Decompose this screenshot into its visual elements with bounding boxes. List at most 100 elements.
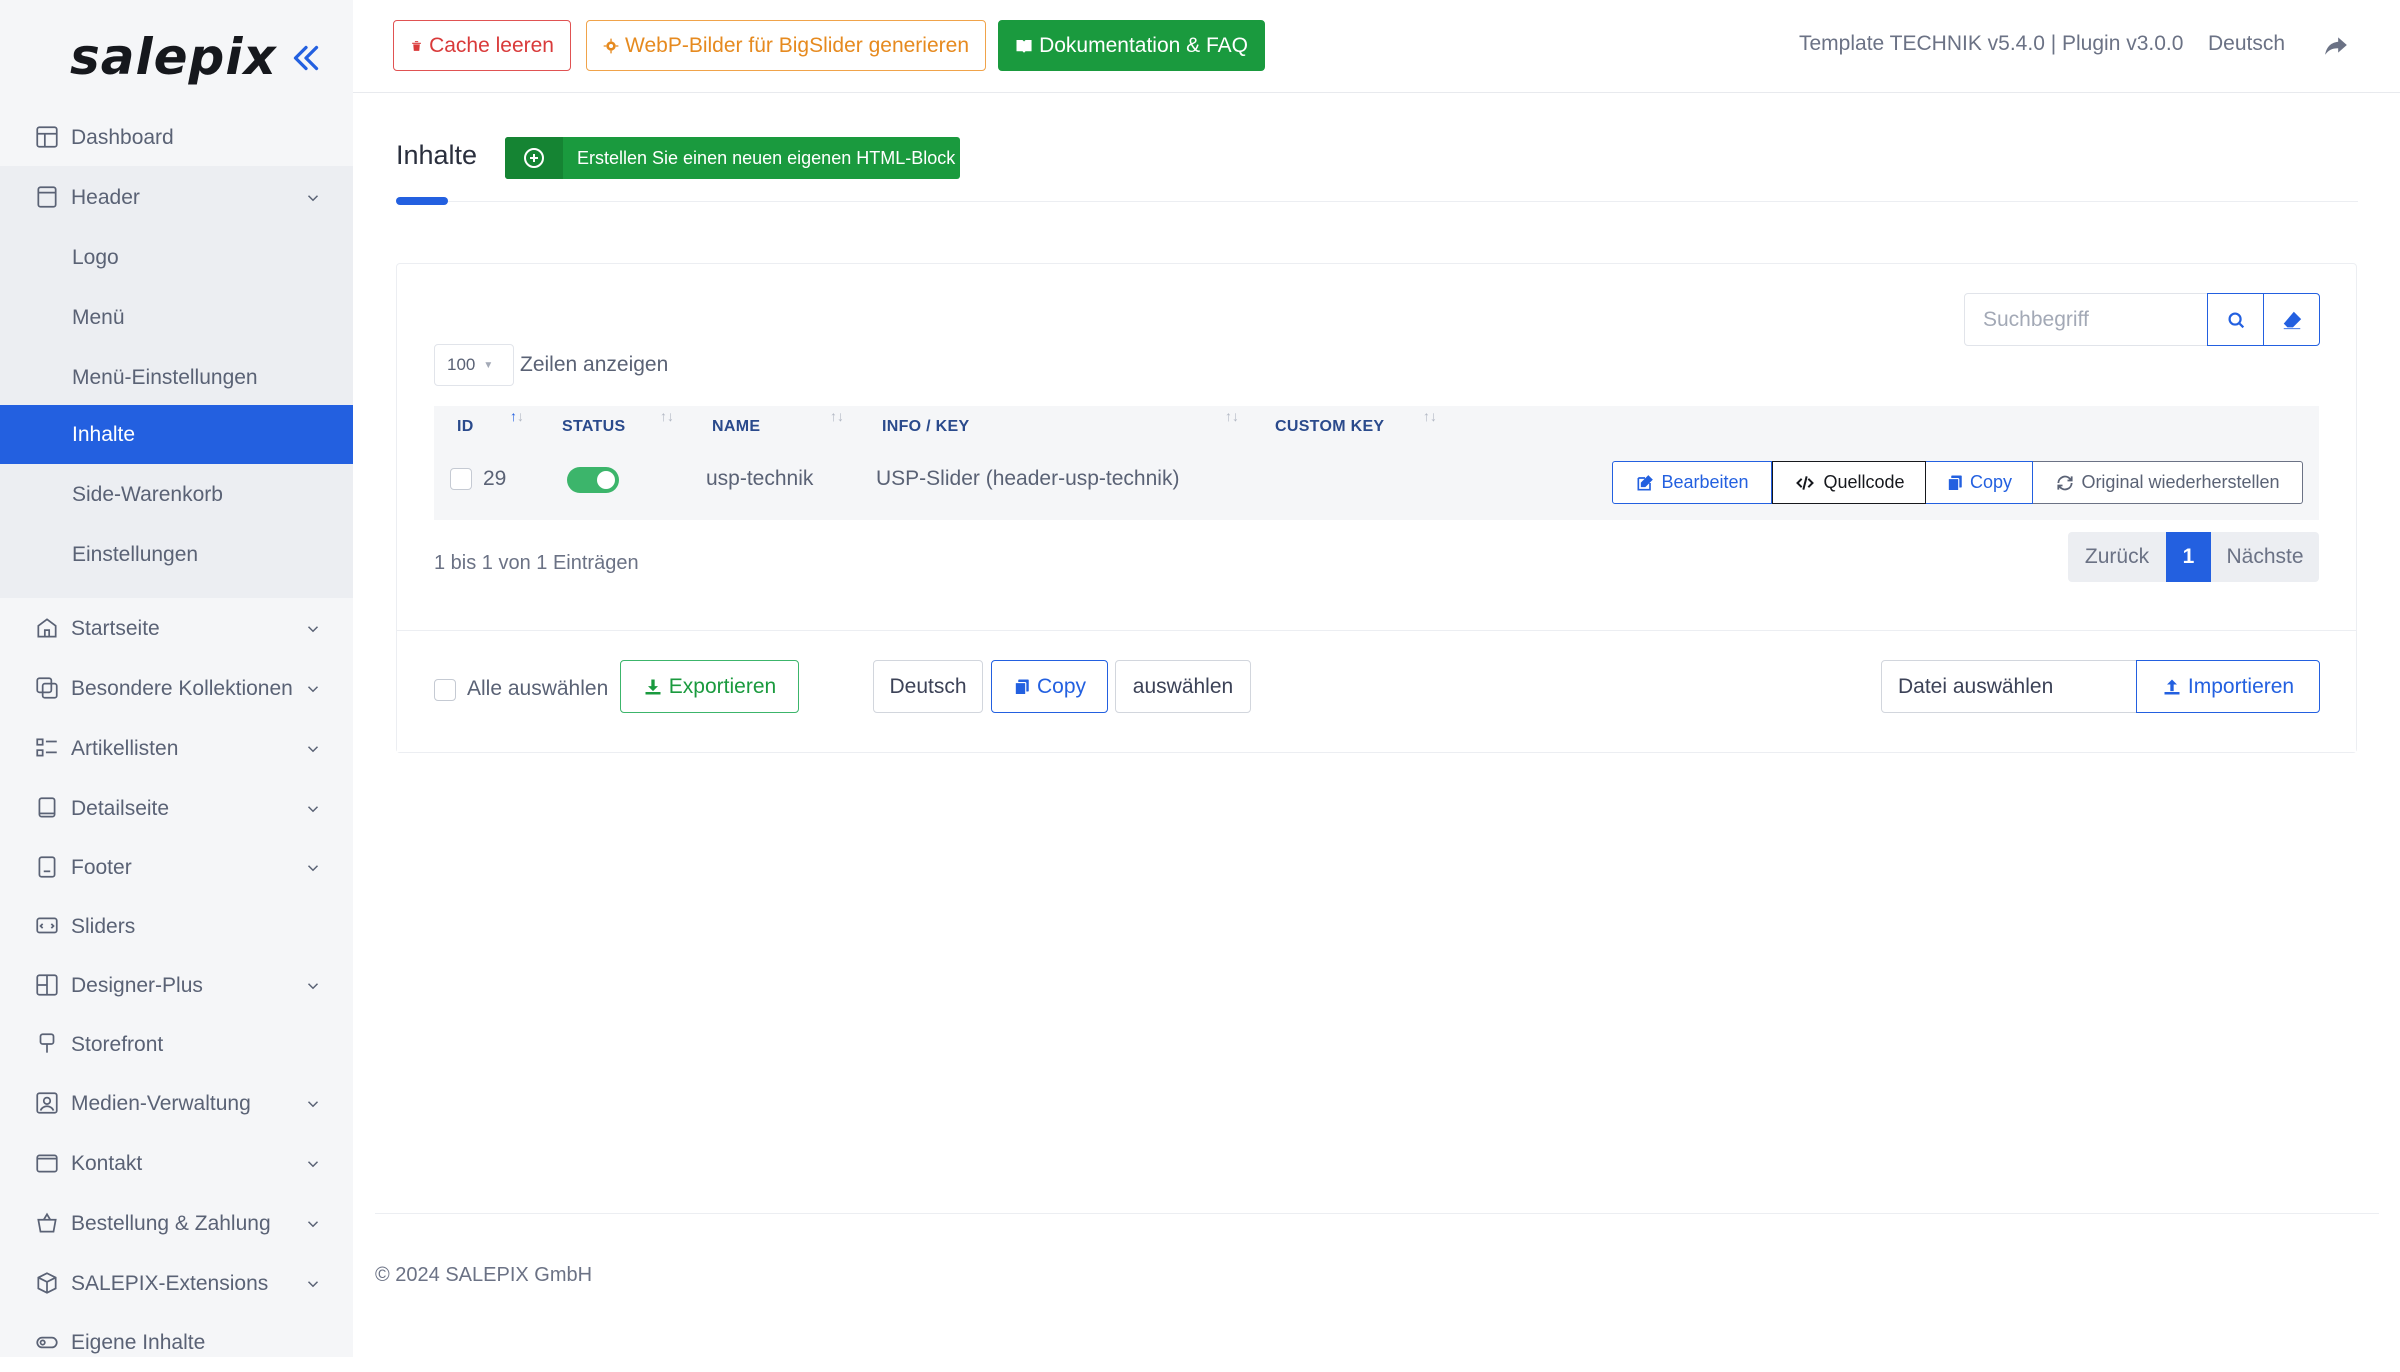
trash-icon (412, 40, 421, 51)
import-button[interactable]: Importieren (2136, 660, 2320, 713)
sidebar-item-label: Header (71, 185, 140, 209)
sidebar-item-settings[interactable]: Einstellungen (0, 525, 353, 584)
sidebar-item-logo[interactable]: Logo (0, 228, 353, 287)
language-select[interactable]: Deutsch (873, 660, 983, 713)
row-actions: Bearbeiten Quellcode Copy Original wiede… (1612, 461, 2303, 504)
sidebar-item-label: Kontakt (71, 1151, 143, 1175)
edit-button[interactable]: Bearbeiten (1612, 461, 1772, 504)
column-header-name[interactable]: NAME (712, 418, 760, 436)
sidebar-item-order-payment[interactable]: Bestellung & Zahlung (0, 1194, 353, 1253)
sidebar-item-side-cart[interactable]: Side-Warenkorb (0, 465, 353, 524)
sidebar-item-own-content[interactable]: Eigene Inhalte (0, 1313, 353, 1372)
file-input[interactable]: Datei auswählen (1881, 660, 2137, 713)
chevron-down-icon (307, 806, 319, 813)
refresh-icon (2057, 475, 2074, 490)
pagination-next[interactable]: Nächste (2211, 532, 2319, 582)
sort-icon[interactable]: ↑↓ (660, 408, 674, 424)
sidebar-item-dashboard[interactable]: Dashboard (0, 108, 353, 167)
sidebar: salepix Dashboard Header Logo Menü Menü-… (0, 0, 353, 1357)
row-name: usp-technik (706, 467, 814, 490)
sidebar-item-label: Logo (72, 245, 119, 269)
code-icon (1796, 475, 1815, 490)
share-icon[interactable] (2323, 32, 2349, 58)
sort-icon[interactable]: ↑↓ (1423, 408, 1437, 424)
new-html-block-button[interactable]: Erstellen Sie einen neuen eigenen HTML-B… (505, 137, 960, 179)
topbar: Cache leeren WebP-Bilder für BigSlider g… (353, 0, 2400, 93)
sidebar-item-contact[interactable]: Kontakt (0, 1134, 353, 1193)
sidebar-item-header[interactable]: Header (0, 168, 353, 227)
sidebar-item-label: Menü-Einstellungen (72, 365, 258, 389)
copy-button[interactable]: Copy (1926, 461, 2033, 504)
edit-label: Bearbeiten (1661, 472, 1749, 492)
sidebar-item-collections[interactable]: Besondere Kollektionen (0, 659, 353, 718)
page-title: Inhalte (396, 140, 478, 170)
home-icon (37, 618, 57, 638)
sidebar-item-storefront[interactable]: Storefront (0, 1015, 353, 1074)
sidebar-item-footer[interactable]: Footer (0, 838, 353, 897)
copy-language-button[interactable]: Copy (991, 660, 1108, 713)
sidebar-item-detail-page[interactable]: Detailseite (0, 779, 353, 838)
collapse-sidebar-icon[interactable] (288, 40, 324, 76)
chevron-down-icon (307, 195, 319, 202)
restore-original-label: Original wiederherstellen (2081, 472, 2280, 492)
sidebar-item-label: SALEPIX-Extensions (71, 1271, 269, 1295)
choose-target-select[interactable]: auswählen (1115, 660, 1251, 713)
pagination-previous[interactable]: Zurück (2068, 532, 2166, 582)
copy-icon (1014, 679, 1029, 695)
clear-cache-button[interactable]: Cache leeren (393, 20, 571, 71)
sidebar-item-sliders[interactable]: Sliders (0, 897, 353, 956)
sort-icon[interactable]: ↑↓ (1225, 408, 1239, 424)
sidebar-item-designer-plus[interactable]: Designer-Plus (0, 956, 353, 1015)
sidebar-item-label: Side-Warenkorb (72, 482, 223, 506)
collections-icon (36, 677, 58, 699)
sidebar-item-extensions[interactable]: SALEPIX-Extensions (0, 1254, 353, 1313)
export-button[interactable]: Exportieren (620, 660, 799, 713)
sidebar-item-label: Storefront (71, 1032, 164, 1056)
clear-search-button[interactable] (2263, 293, 2320, 346)
generate-webp-label: WebP-Bilder für BigSlider generieren (625, 33, 969, 57)
row-id: 29 (483, 467, 507, 490)
chevron-down-icon (307, 983, 319, 990)
table-info: 1 bis 1 von 1 Einträgen (434, 552, 639, 574)
documentation-button[interactable]: Dokumentation & FAQ (998, 20, 1265, 71)
column-header-id[interactable]: ID (457, 418, 474, 436)
source-code-button[interactable]: Quellcode (1772, 461, 1926, 504)
clear-cache-label: Cache leeren (429, 33, 554, 57)
column-header-status[interactable]: STATUS (562, 418, 625, 436)
column-header-info[interactable]: INFO / KEY (882, 418, 969, 436)
status-toggle[interactable] (567, 467, 619, 493)
select-all-checkbox[interactable] (434, 679, 456, 701)
page-length-select[interactable]: 100 ▼ (434, 344, 514, 386)
sidebar-item-inhalte[interactable]: Inhalte (0, 405, 353, 464)
language-switch[interactable]: Deutsch (2208, 32, 2285, 56)
copy-label: Copy (1969, 472, 2013, 492)
sidebar-item-startseite[interactable]: Startseite (0, 599, 353, 658)
page-footer-divider (375, 1213, 2379, 1214)
restore-original-button[interactable]: Original wiederherstellen (2033, 461, 2303, 504)
version-info: Template TECHNIK v5.4.0 | Plugin v3.0.0 (1799, 32, 2184, 55)
search-button[interactable] (2207, 293, 2264, 346)
page-icon (38, 797, 56, 818)
sidebar-item-menu[interactable]: Menü (0, 288, 353, 347)
chevron-down-icon (307, 686, 319, 693)
select-all-label[interactable]: Alle auswählen (467, 677, 608, 701)
sort-asc-icon[interactable]: ↑↓ (510, 408, 524, 424)
title-underline (396, 197, 448, 205)
sidebar-item-media[interactable]: Medien-Verwaltung (0, 1074, 353, 1133)
sidebar-item-article-lists[interactable]: Artikellisten (0, 719, 353, 778)
toggle-icon (36, 1336, 58, 1349)
copyright: © 2024 SALEPIX GmbH (375, 1264, 593, 1286)
image-icon (36, 1092, 58, 1114)
brand-logo: salepix (70, 28, 277, 86)
sidebar-item-menu-settings[interactable]: Menü-Einstellungen (0, 348, 353, 407)
sidebar-item-label: Sliders (71, 914, 136, 938)
copy-icon (1947, 475, 1962, 491)
pagination-current-page[interactable]: 1 (2166, 532, 2211, 582)
chevron-down-icon (307, 865, 319, 872)
column-header-custom-key[interactable]: CUSTOM KEY (1275, 418, 1384, 436)
new-html-block-label: Erstellen Sie einen neuen eigenen HTML-B… (577, 147, 956, 168)
row-checkbox[interactable] (450, 468, 472, 490)
sort-icon[interactable]: ↑↓ (830, 408, 844, 424)
generate-webp-button[interactable]: WebP-Bilder für BigSlider generieren (586, 20, 986, 71)
search-input[interactable] (1964, 293, 2208, 346)
